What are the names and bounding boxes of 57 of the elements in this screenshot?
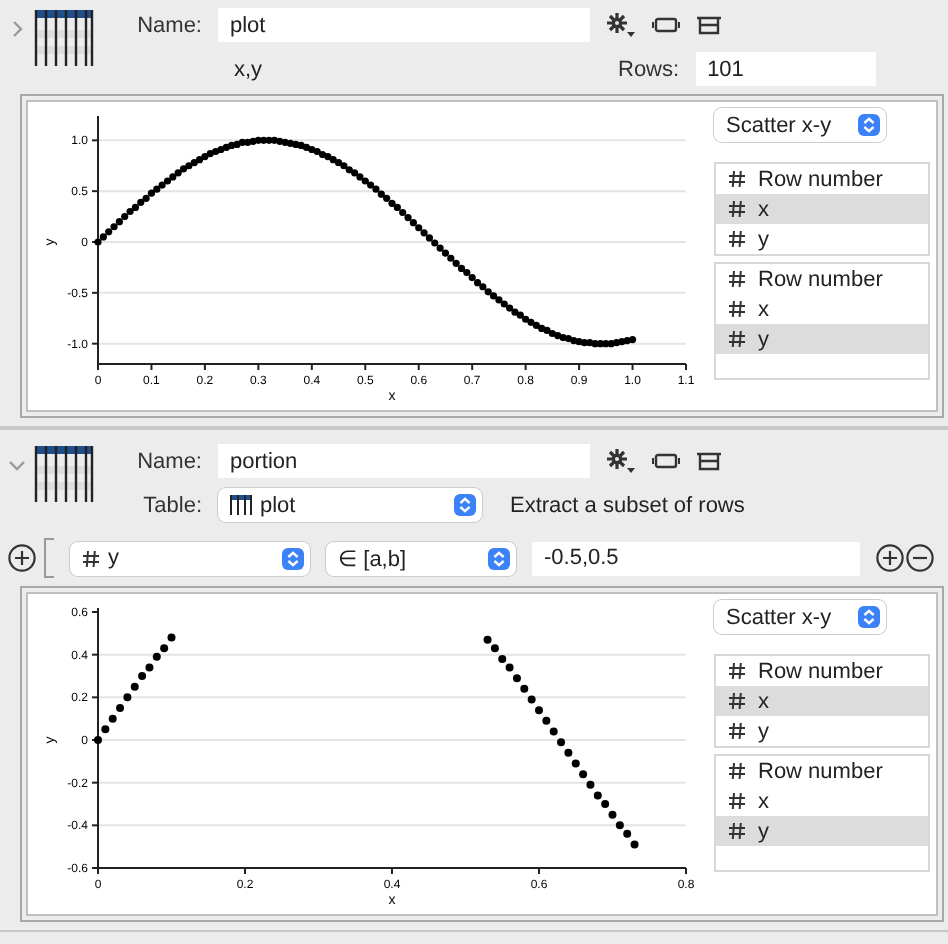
column-item[interactable]: y <box>716 324 928 354</box>
rows-field[interactable]: 101 <box>695 52 876 86</box>
plot-type-select[interactable]: Scatter x-y <box>714 600 886 634</box>
column-item[interactable]: y <box>716 716 928 746</box>
column-item[interactable]: x <box>716 686 928 716</box>
frame-icon[interactable] <box>652 16 680 34</box>
range-field[interactable]: -0.5,0.5 <box>532 541 860 575</box>
column-item[interactable]: y <box>716 224 928 254</box>
table-icon <box>34 8 94 68</box>
plot-type-select[interactable]: Scatter x-y <box>714 108 886 142</box>
name-field[interactable]: plot <box>218 8 590 42</box>
tray-icon[interactable] <box>696 15 722 35</box>
field-label: Name: <box>135 449 202 473</box>
name-field[interactable]: portion <box>218 444 590 478</box>
hash-icon <box>728 722 746 740</box>
stepper-icon <box>858 606 880 628</box>
column-item[interactable]: Row number <box>716 756 928 786</box>
hash-icon <box>728 170 746 188</box>
description-text: Extract a subset of rows <box>510 493 745 517</box>
remove-icon[interactable] <box>906 544 934 572</box>
stepper-icon <box>454 494 476 516</box>
hash-icon <box>728 200 746 218</box>
table-icon <box>34 444 94 504</box>
column-item[interactable]: x <box>716 194 928 224</box>
column-item[interactable]: x <box>716 294 928 324</box>
column-item[interactable]: y <box>716 816 928 846</box>
stepper-icon <box>858 114 880 136</box>
gear-icon[interactable] <box>606 448 636 474</box>
field-label: Table: <box>141 493 202 517</box>
condition-select[interactable]: ∈ [a,b] <box>326 541 516 575</box>
hash-icon <box>728 300 746 318</box>
hash-icon <box>728 270 746 288</box>
add-icon[interactable] <box>8 544 36 572</box>
column-item[interactable]: Row number <box>716 164 928 194</box>
add-icon[interactable] <box>876 544 904 572</box>
gear-icon[interactable] <box>606 12 636 38</box>
column-select[interactable]: y <box>70 541 310 575</box>
table-icon <box>230 494 252 516</box>
stepper-icon <box>282 547 304 569</box>
tray-icon[interactable] <box>696 451 722 471</box>
field-label: Name: <box>135 13 202 37</box>
hash-icon <box>728 692 746 710</box>
column-item[interactable]: Row number <box>716 264 928 294</box>
column-item[interactable]: x <box>716 786 928 816</box>
hash-icon <box>728 822 746 840</box>
hash-icon <box>728 662 746 680</box>
hash-icon <box>728 330 746 348</box>
hash-icon <box>728 230 746 248</box>
field-label: Rows: <box>618 57 680 81</box>
frame-icon[interactable] <box>652 452 680 470</box>
hash-icon <box>728 762 746 780</box>
columns-text: x,y <box>232 57 265 81</box>
stepper-icon <box>488 547 510 569</box>
table-select[interactable]: plot <box>218 488 482 522</box>
column-item[interactable]: Row number <box>716 656 928 686</box>
hash-icon <box>82 549 100 567</box>
hash-icon <box>728 792 746 810</box>
